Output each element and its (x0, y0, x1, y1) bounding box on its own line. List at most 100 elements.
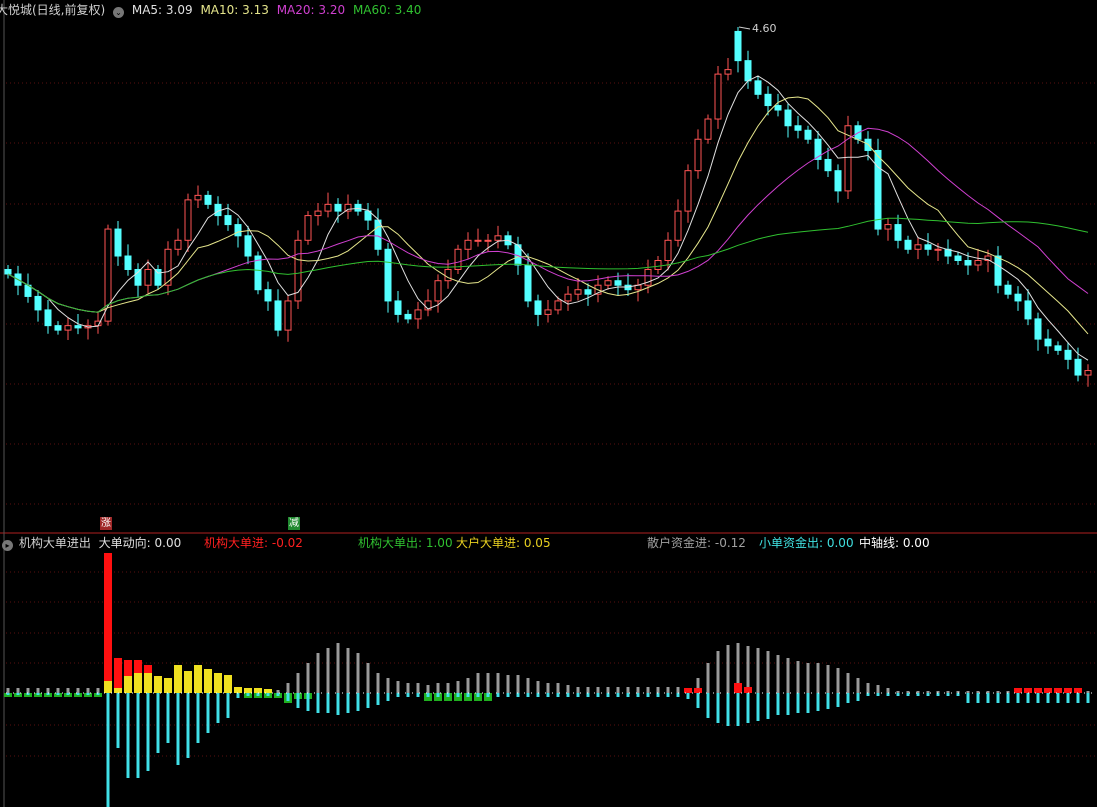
candle-up (704, 118, 712, 140)
candle-down (1014, 293, 1022, 302)
bar-小单资金出 (506, 693, 510, 697)
bar-小单资金出 (716, 693, 720, 723)
dropdown-icon[interactable]: ⌄ (113, 7, 125, 18)
bar-小单资金出 (896, 693, 900, 696)
bar-散户资金进 (546, 683, 550, 693)
bar-小单资金出 (176, 693, 180, 765)
candle-down (804, 129, 812, 140)
candle-down (224, 215, 232, 226)
bar-散户资金进 (436, 683, 440, 693)
candle-down (824, 158, 832, 172)
candle-down (114, 228, 122, 257)
institution-out: 机构大单出: 1.00 (358, 536, 453, 550)
bar-小单资金出 (236, 693, 240, 698)
bar-散户资金进 (76, 688, 80, 693)
candle-down (894, 224, 902, 241)
candle-down (204, 194, 212, 205)
bar-小单资金出 (1076, 693, 1080, 703)
candle-up (444, 268, 452, 282)
bar-小单资金出 (516, 693, 520, 697)
bar-散户资金进 (856, 678, 860, 693)
bar-小单资金出 (986, 693, 990, 703)
bar-小单资金出 (36, 693, 40, 695)
candle-up (494, 235, 502, 241)
bar-机构大单进 (1024, 688, 1032, 693)
candle-up (434, 280, 442, 302)
candle-up (684, 170, 692, 212)
bar-小单资金出 (1086, 693, 1090, 703)
bar-散户资金进 (556, 683, 560, 693)
bar-机构大单进 (144, 665, 152, 673)
candle-down (374, 219, 382, 250)
bar-散户资金进 (96, 688, 100, 693)
bar-散户资金进 (296, 673, 300, 693)
candle-up (674, 210, 682, 241)
candle-up (654, 260, 662, 270)
bar-机构大单进 (1054, 688, 1062, 693)
bar-小单资金出 (636, 693, 640, 697)
bar-小单资金出 (136, 693, 140, 778)
candle-down (794, 125, 802, 131)
candle-up (914, 244, 922, 250)
bar-小单资金出 (556, 693, 560, 697)
chart-title[interactable]: 大悦城(日线,前复权) (0, 3, 105, 17)
bar-散户资金进 (646, 687, 650, 693)
candle-down (354, 203, 362, 212)
indicator-name[interactable]: 机构大单进出 (19, 536, 91, 550)
bar-小单资金出 (446, 693, 450, 697)
bar-大户大单进 (194, 665, 202, 693)
candle-down (904, 239, 912, 250)
bar-小单资金出 (646, 693, 650, 697)
bar-小单资金出 (776, 693, 780, 715)
candle-down (734, 30, 742, 62)
candle-up (414, 309, 422, 320)
bar-散户资金进 (756, 648, 760, 693)
bar-小单资金出 (146, 693, 150, 771)
bar-散户资金进 (496, 673, 500, 693)
bar-大户大单进 (154, 676, 162, 693)
bar-小单资金出 (666, 693, 670, 697)
stock-chart: 4.60 (0, 0, 1097, 807)
bar-散户资金进 (36, 688, 40, 693)
bar-小单资金出 (1036, 693, 1040, 703)
bar-小单资金出 (1026, 693, 1030, 703)
bar-大户大单进 (234, 687, 242, 693)
bar-小单资金出 (306, 693, 310, 711)
candle-down (1054, 345, 1062, 351)
bar-散户资金进 (846, 673, 850, 693)
bar-大户大单进 (134, 673, 142, 693)
bar-机构大单进 (114, 658, 122, 688)
price-legend: 大悦城(日线,前复权) ⌄ MA5: 3.09 MA10: 3.13 MA20:… (0, 3, 425, 18)
bar-小单资金出 (1066, 693, 1070, 703)
ma10-line (7, 96, 1089, 335)
bar-散户资金进 (926, 691, 930, 693)
bar-大户大单进 (244, 688, 252, 693)
bar-散户资金进 (446, 683, 450, 693)
bar-散户资金进 (56, 688, 60, 693)
candle-down (924, 244, 932, 250)
candle-up (64, 325, 72, 331)
bar-散户资金进 (966, 691, 970, 693)
bar-小单资金出 (626, 693, 630, 697)
bar-大户大单进 (204, 669, 212, 693)
candle-down (394, 300, 402, 315)
bar-小单资金出 (366, 693, 370, 708)
ma60-label: MA60: 3.40 (352, 3, 422, 17)
bar-小单资金出 (826, 693, 830, 709)
bar-散户资金进 (776, 655, 780, 693)
bar-散户资金进 (1086, 691, 1090, 693)
indicator-menu-icon[interactable]: ▸ (2, 540, 13, 551)
bar-小单资金出 (576, 693, 580, 697)
bar-散户资金进 (806, 663, 810, 693)
candle-down (764, 93, 772, 107)
bar-大户大单进 (214, 673, 222, 693)
bar-小单资金出 (56, 693, 60, 695)
bar-小单资金出 (796, 693, 800, 713)
bar-小单资金出 (966, 693, 970, 703)
bar-散户资金进 (896, 691, 900, 693)
bar-小单资金出 (406, 693, 410, 697)
candle-up (324, 203, 332, 212)
bar-散户资金进 (26, 688, 30, 693)
bar-小单资金出 (486, 693, 490, 697)
bar-小单资金出 (286, 693, 290, 701)
